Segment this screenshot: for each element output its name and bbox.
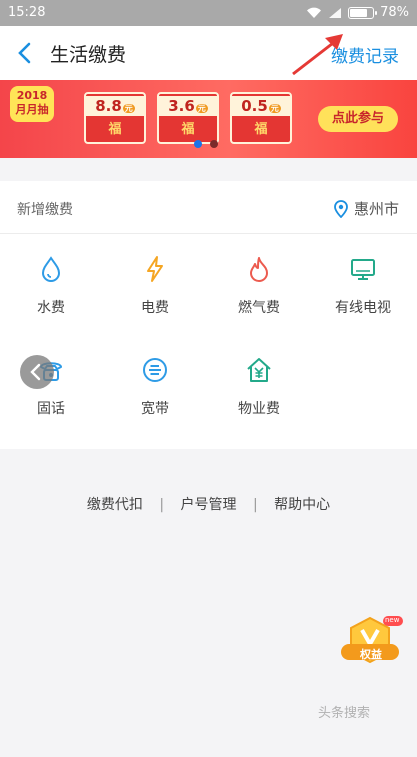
water-drop-icon — [41, 256, 61, 282]
account-management-link[interactable]: 户号管理 — [181, 497, 237, 513]
join-button[interactable]: 点此参与 — [318, 106, 398, 132]
status-time: 15:28 — [8, 5, 46, 20]
house-yen-icon — [247, 358, 271, 382]
carousel-dot[interactable] — [210, 140, 218, 148]
lightning-icon — [147, 256, 163, 282]
red-envelope: 8.8 元 福 — [84, 92, 146, 144]
floating-back-button[interactable] — [20, 355, 54, 389]
service-label: 宽带 — [141, 401, 169, 417]
service-electricity[interactable]: 电费 — [105, 255, 205, 317]
service-cable-tv[interactable]: 有线电视 — [313, 255, 413, 317]
promo-banner[interactable]: 2018 月月抽 8.8 元 福 3.6 元 福 0.5 元 福 点此参与 — [0, 80, 417, 158]
new-tag: new — [385, 616, 400, 624]
service-gas[interactable]: 燃气费 — [209, 255, 309, 317]
city-selector[interactable]: 惠州市 — [334, 198, 399, 219]
service-label: 水费 — [37, 300, 65, 316]
divider — [0, 233, 417, 234]
flame-icon — [250, 257, 268, 282]
signal-icon — [329, 7, 342, 18]
footer-links: 缴费代扣 | 户号管理 | 帮助中心 — [0, 494, 417, 514]
section-title: 新增缴费 — [17, 202, 73, 218]
service-label: 固话 — [37, 401, 65, 417]
service-label: 电费 — [141, 300, 169, 316]
service-broadband[interactable]: 宽带 — [105, 356, 205, 418]
service-label: 物业费 — [238, 401, 280, 417]
app-header: 生活缴费 缴费记录 — [0, 26, 417, 80]
service-property[interactable]: 物业费 — [209, 356, 309, 418]
city-name: 惠州市 — [353, 200, 399, 218]
status-bar: 15:28 78% — [0, 0, 417, 26]
help-center-link[interactable]: 帮助中心 — [274, 497, 330, 513]
service-water[interactable]: 水费 — [1, 255, 101, 317]
wifi-icon — [307, 7, 322, 18]
page-title: 生活缴费 — [50, 44, 127, 66]
link-separator: | — [159, 497, 165, 513]
service-label: 有线电视 — [335, 300, 391, 316]
carousel-dot[interactable] — [194, 140, 202, 148]
watermark: 头条搜索 — [318, 706, 371, 721]
back-arrow-icon[interactable] — [14, 40, 36, 66]
lottery-badge: 2018 月月抽 — [10, 86, 54, 122]
red-envelope: 0.5 元 福 — [230, 92, 292, 144]
battery-percent: 78% — [380, 5, 409, 20]
location-pin-icon — [334, 199, 348, 218]
chevron-left-icon — [30, 363, 41, 381]
auto-debit-link[interactable]: 缴费代扣 — [87, 497, 143, 513]
service-label: 燃气费 — [238, 300, 280, 316]
red-envelope: 3.6 元 福 — [157, 92, 219, 144]
payment-records-link[interactable]: 缴费记录 — [331, 42, 399, 67]
carousel-indicator — [194, 140, 218, 148]
benefits-label: 权益 — [360, 648, 382, 661]
broadband-icon — [143, 358, 167, 382]
link-separator: | — [252, 497, 258, 513]
battery-icon — [348, 6, 378, 19]
benefits-widget[interactable]: new 权益 — [337, 614, 407, 674]
tv-icon — [351, 259, 375, 280]
